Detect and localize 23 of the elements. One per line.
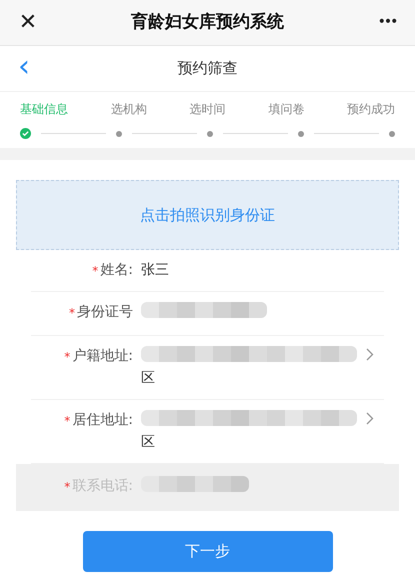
field-label: 姓名: [100,261,133,280]
required-mark: * [69,304,75,322]
address-text: 区 [141,369,156,388]
required-mark: * [64,348,70,366]
step-label: 填问卷 [268,101,304,118]
chevron-right-icon[interactable] [366,348,374,361]
name-input[interactable]: 张三 [141,260,374,281]
required-mark: * [92,262,98,280]
required-mark: * [64,412,70,430]
step-label: 选机构 [110,101,147,118]
page-title: 预约筛查 [178,58,238,80]
field-label: 户籍地址: [72,347,133,366]
step-label: 选时间 [190,101,226,118]
address-text: 区 [141,433,156,452]
step-label: 基础信息 [20,101,68,118]
more-button[interactable]: ••• [371,12,403,33]
window-title: 育龄妇女库预约系统 [131,10,284,34]
field-label: 居住地址: [72,411,133,430]
close-button[interactable]: ✕ [12,6,44,39]
required-mark: * [64,478,70,496]
step-label: 预约成功 [347,101,395,118]
chevron-right-icon[interactable] [366,412,374,425]
field-label: 身份证号 [77,303,133,322]
